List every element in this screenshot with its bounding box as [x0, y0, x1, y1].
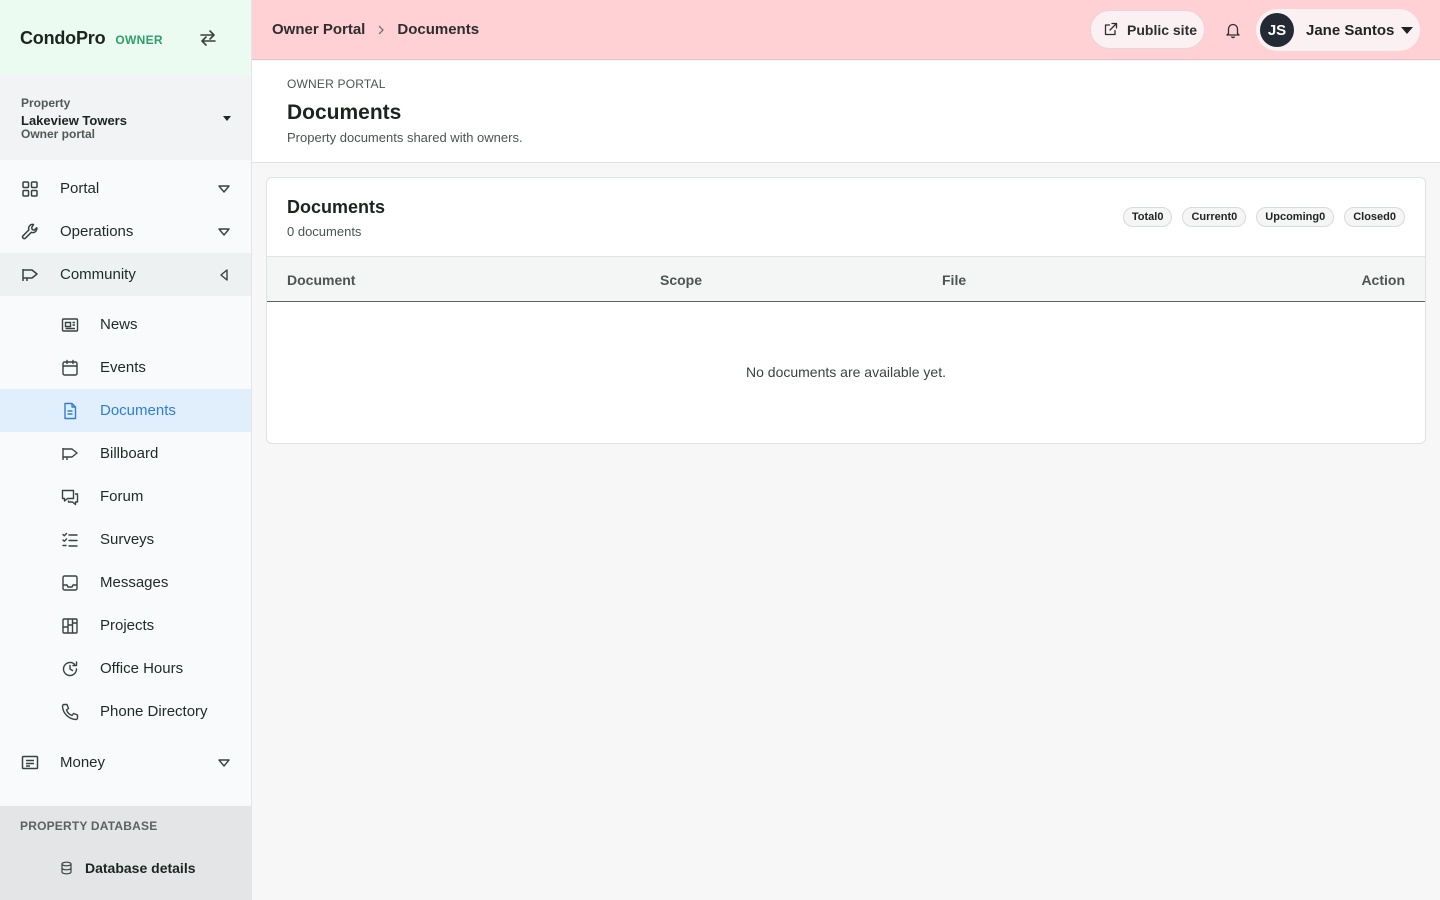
chip-current[interactable]: Current0	[1182, 207, 1247, 227]
breadcrumb-owner-portal[interactable]: Owner Portal	[272, 21, 365, 38]
chip-upcoming[interactable]: Upcoming0	[1256, 207, 1335, 227]
external-link-icon	[1104, 22, 1118, 36]
sidebar-item-label: Surveys	[100, 531, 155, 548]
brand-header: CondoPro OWNER	[0, 0, 251, 76]
caret-down-icon	[1401, 27, 1413, 34]
sidebar-item-label: News	[100, 316, 138, 333]
sidebar-item-label: Phone Directory	[100, 703, 208, 720]
user-menu[interactable]: JS Jane Santos	[1256, 9, 1420, 51]
brand-role: OWNER	[115, 32, 163, 47]
sidebar-item-news[interactable]: News	[0, 303, 251, 346]
chevron-down-icon	[218, 228, 230, 236]
chip-closed[interactable]: Closed0	[1344, 207, 1405, 227]
topbar: Owner Portal Documents Public site JS Ja…	[252, 0, 1440, 60]
chevron-left-icon	[220, 269, 228, 281]
receipt-icon	[21, 755, 39, 770]
sidebar-item-label: Projects	[100, 617, 155, 634]
sidebar-item-phone-directory[interactable]: Phone Directory	[0, 690, 251, 733]
property-subtitle: Owner portal	[21, 127, 96, 141]
brand-name: CondoPro	[20, 27, 106, 48]
checklist-icon	[62, 532, 78, 547]
user-name: Jane Santos	[1306, 21, 1395, 39]
sidebar-item-billboard[interactable]: Billboard	[0, 432, 251, 475]
property-database-title: PROPERTY DATABASE	[20, 819, 158, 833]
documents-card: Documents 0 documents Total0 Current0 Up…	[266, 177, 1426, 444]
kanban-icon	[62, 618, 78, 634]
page-header: OWNER PORTAL Documents Property document…	[252, 61, 1440, 163]
swap-icon[interactable]	[198, 28, 218, 48]
nav-community[interactable]: Community	[0, 253, 251, 296]
clock-history-icon	[62, 661, 78, 677]
chevron-down-icon	[218, 185, 230, 193]
avatar: JS	[1260, 13, 1294, 47]
column-action: Action	[1361, 272, 1405, 288]
public-site-label: Public site	[1127, 21, 1198, 38]
document-icon	[64, 402, 77, 420]
sidebar-item-forum[interactable]: Forum	[0, 475, 251, 518]
sidebar-item-projects[interactable]: Projects	[0, 604, 251, 647]
nav-portal-label: Portal	[60, 180, 100, 197]
nav-portal[interactable]: Portal	[0, 167, 251, 210]
table-header: Document Scope File Action	[267, 256, 1425, 302]
nav-money[interactable]: Money	[0, 741, 251, 784]
column-file[interactable]: File	[942, 272, 966, 288]
database-details-link[interactable]: Database details	[60, 860, 196, 876]
sidebar-item-label: Documents	[100, 402, 176, 419]
column-document[interactable]: Document	[287, 272, 355, 288]
database-icon	[61, 861, 72, 875]
sidebar-item-label: Events	[100, 359, 146, 376]
nav-operations[interactable]: Operations	[0, 210, 251, 253]
property-switcher[interactable]: Property Lakeview Towers Owner portal	[0, 76, 251, 160]
card-title: Documents	[287, 197, 386, 217]
public-site-button[interactable]: Public site	[1090, 10, 1205, 49]
nav-operations-label: Operations	[60, 223, 134, 240]
sidebar-item-events[interactable]: Events	[0, 346, 251, 389]
sidebar-item-messages[interactable]: Messages	[0, 561, 251, 604]
page-eyebrow: OWNER PORTAL	[287, 77, 386, 91]
sidebar-item-label: Messages	[100, 574, 169, 591]
calendar-icon	[62, 359, 78, 376]
phone-icon	[61, 703, 79, 721]
page-description: Property documents shared with owners.	[287, 130, 523, 145]
sidebar-item-label: Forum	[100, 488, 144, 505]
chevron-right-icon	[379, 25, 385, 34]
chevron-down-icon	[218, 759, 230, 767]
sidebar-item-label: Office Hours	[100, 660, 184, 677]
sidebar-item-documents[interactable]: Documents	[0, 389, 251, 432]
sidebar: CondoPro OWNER Property Lakeview Towers …	[0, 0, 252, 900]
breadcrumb-documents: Documents	[397, 21, 480, 38]
caret-down-icon[interactable]	[223, 116, 231, 121]
sidebar-item-label: Billboard	[100, 445, 159, 462]
documents-count: 0 documents	[287, 224, 362, 239]
wrench-icon	[21, 223, 38, 240]
property-label: Property	[21, 96, 71, 110]
nav-community-label: Community	[60, 266, 136, 283]
grid-icon	[22, 181, 38, 197]
empty-state-message: No documents are available yet.	[746, 364, 946, 380]
megaphone-icon	[22, 269, 38, 281]
sidebar-item-office-hours[interactable]: Office Hours	[0, 647, 251, 690]
bell-icon[interactable]	[1224, 21, 1242, 39]
newspaper-icon	[61, 318, 79, 332]
inbox-icon	[62, 575, 78, 591]
chip-total[interactable]: Total0	[1122, 207, 1173, 227]
database-details-label: Database details	[85, 860, 196, 876]
sidebar-item-surveys[interactable]: Surveys	[0, 518, 251, 561]
breadcrumb: Owner Portal Documents	[272, 21, 479, 38]
property-name: Lakeview Towers	[21, 113, 127, 128]
column-scope[interactable]: Scope	[660, 272, 702, 288]
property-database-section: PROPERTY DATABASE Database details	[0, 806, 251, 900]
nav-money-label: Money	[60, 754, 106, 771]
page-title: Documents	[287, 101, 402, 124]
chat-icon	[61, 489, 79, 506]
megaphone-icon	[62, 448, 78, 460]
status-chips: Total0 Current0 Upcoming0 Closed0	[1122, 207, 1405, 227]
